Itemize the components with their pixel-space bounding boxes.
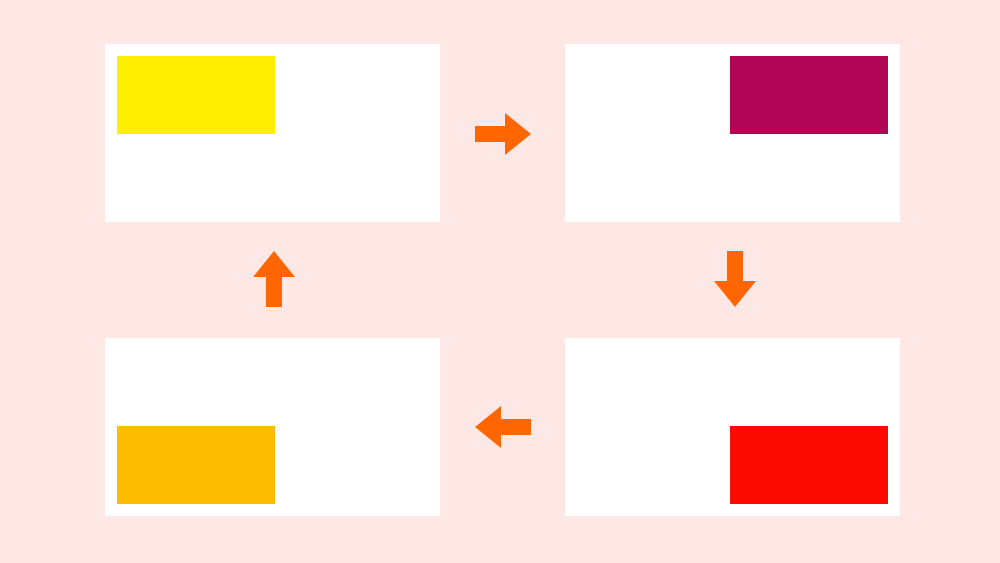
arrow-up-icon <box>253 251 295 307</box>
card-top-left <box>105 44 440 222</box>
arrow-left-icon <box>475 406 531 448</box>
card-top-right <box>565 44 900 222</box>
inner-block-bottom-right <box>730 426 888 504</box>
inner-block-bottom-left <box>117 426 275 504</box>
arrow-down-icon <box>714 251 756 307</box>
arrow-right-icon <box>475 113 531 155</box>
inner-block-top-left <box>117 56 275 134</box>
card-bottom-right <box>565 338 900 516</box>
inner-block-top-right <box>730 56 888 134</box>
card-bottom-left <box>105 338 440 516</box>
